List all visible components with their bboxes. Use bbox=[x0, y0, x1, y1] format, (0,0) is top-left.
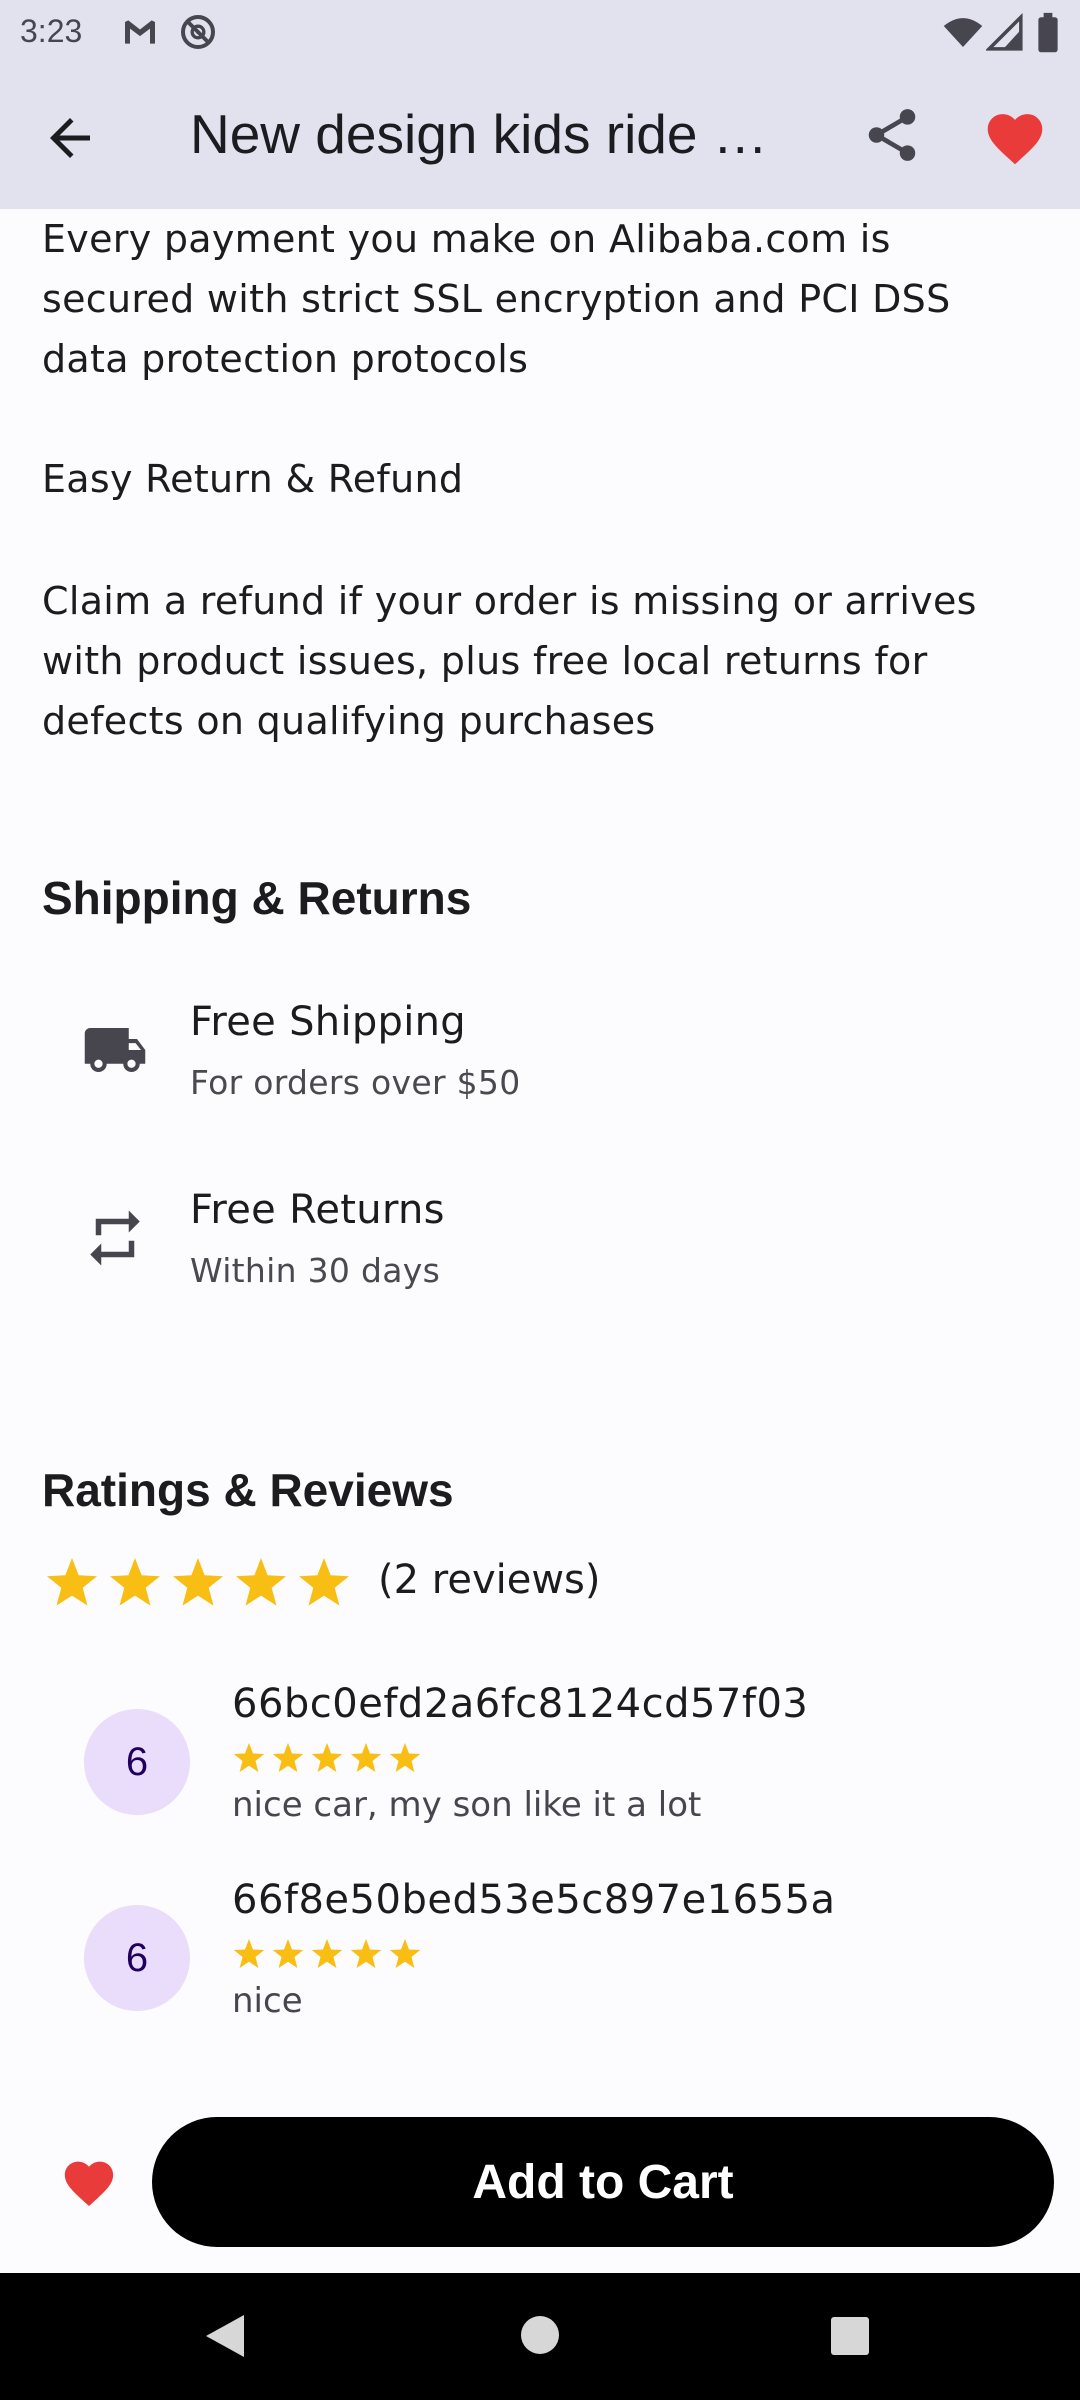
star-icon bbox=[173, 1558, 223, 1606]
star-icon bbox=[233, 1939, 265, 1968]
review-username: 66f8e50bed53e5c897e1655a bbox=[232, 1877, 836, 1923]
star-icon bbox=[236, 1558, 286, 1606]
star-icon bbox=[233, 1743, 265, 1772]
free-returns-subtitle: Within 30 days bbox=[190, 1251, 441, 1290]
overall-star-rating bbox=[44, 1555, 362, 1615]
free-returns-title: Free Returns bbox=[190, 1187, 445, 1233]
signal-icon bbox=[986, 12, 1023, 51]
free-shipping-subtitle: For orders over $50 bbox=[190, 1063, 521, 1102]
review-count: (2 reviews) bbox=[378, 1557, 601, 1603]
recents-square-icon[interactable] bbox=[830, 2316, 870, 2356]
add-to-cart-button[interactable]: Add to Cart bbox=[152, 2117, 1054, 2247]
review-text: nice car, my son like it a lot bbox=[232, 1785, 702, 1825]
status-bar: 3:23 bbox=[0, 0, 1080, 66]
repeat-icon bbox=[90, 1210, 140, 1266]
product-details-content[interactable]: Every payment you make on Alibaba.com is… bbox=[0, 209, 1080, 2085]
back-triangle-icon[interactable] bbox=[204, 2313, 246, 2359]
avatar: 6 bbox=[84, 1709, 190, 1815]
avatar: 6 bbox=[84, 1905, 190, 2011]
ratings-section-title: Ratings & Reviews bbox=[42, 1464, 454, 1516]
star-icon bbox=[311, 1743, 343, 1772]
arrow-left-icon[interactable] bbox=[40, 108, 100, 168]
review-username: 66bc0efd2a6fc8124cd57f03 bbox=[232, 1681, 809, 1727]
gmail-icon bbox=[125, 20, 155, 44]
heart-icon[interactable] bbox=[982, 106, 1048, 166]
star-icon bbox=[311, 1939, 343, 1968]
star-icon bbox=[272, 1743, 304, 1772]
wifi-icon bbox=[943, 18, 983, 47]
review-item: 6 66bc0efd2a6fc8124cd57f03 nice car, my … bbox=[0, 1681, 1080, 1871]
overall-rating: (2 reviews) bbox=[44, 1549, 744, 1619]
return-heading: Easy Return & Refund bbox=[42, 457, 464, 501]
payment-security-text: Every payment you make on Alibaba.com is… bbox=[42, 217, 951, 381]
heart-icon[interactable] bbox=[60, 2154, 118, 2208]
truck-icon bbox=[84, 1028, 146, 1072]
review-item: 6 66f8e50bed53e5c897e1655a nice bbox=[0, 1877, 1080, 2067]
star-icon bbox=[350, 1939, 382, 1968]
share-icon[interactable] bbox=[861, 104, 923, 166]
star-icon bbox=[272, 1939, 304, 1968]
system-nav-bar bbox=[0, 2273, 1080, 2400]
home-circle-icon[interactable] bbox=[520, 2315, 560, 2355]
dnd-icon bbox=[181, 15, 215, 49]
page-title: New design kids ride … bbox=[190, 103, 768, 165]
review-star-rating bbox=[232, 1741, 428, 1779]
star-icon bbox=[110, 1558, 160, 1606]
battery-icon bbox=[1038, 12, 1058, 53]
star-icon bbox=[389, 1743, 421, 1772]
shipping-section-title: Shipping & Returns bbox=[42, 872, 472, 924]
star-icon bbox=[389, 1939, 421, 1968]
star-icon bbox=[47, 1558, 97, 1606]
free-shipping-title: Free Shipping bbox=[190, 999, 466, 1045]
app-bar: New design kids ride … bbox=[0, 66, 1080, 209]
status-time: 3:23 bbox=[20, 13, 83, 49]
review-star-rating bbox=[232, 1937, 428, 1975]
star-icon bbox=[350, 1743, 382, 1772]
star-icon bbox=[299, 1558, 349, 1606]
review-text: nice bbox=[232, 1981, 303, 2021]
refund-text: Claim a refund if your order is missing … bbox=[42, 579, 977, 743]
star-icon-row bbox=[47, 1558, 349, 1606]
